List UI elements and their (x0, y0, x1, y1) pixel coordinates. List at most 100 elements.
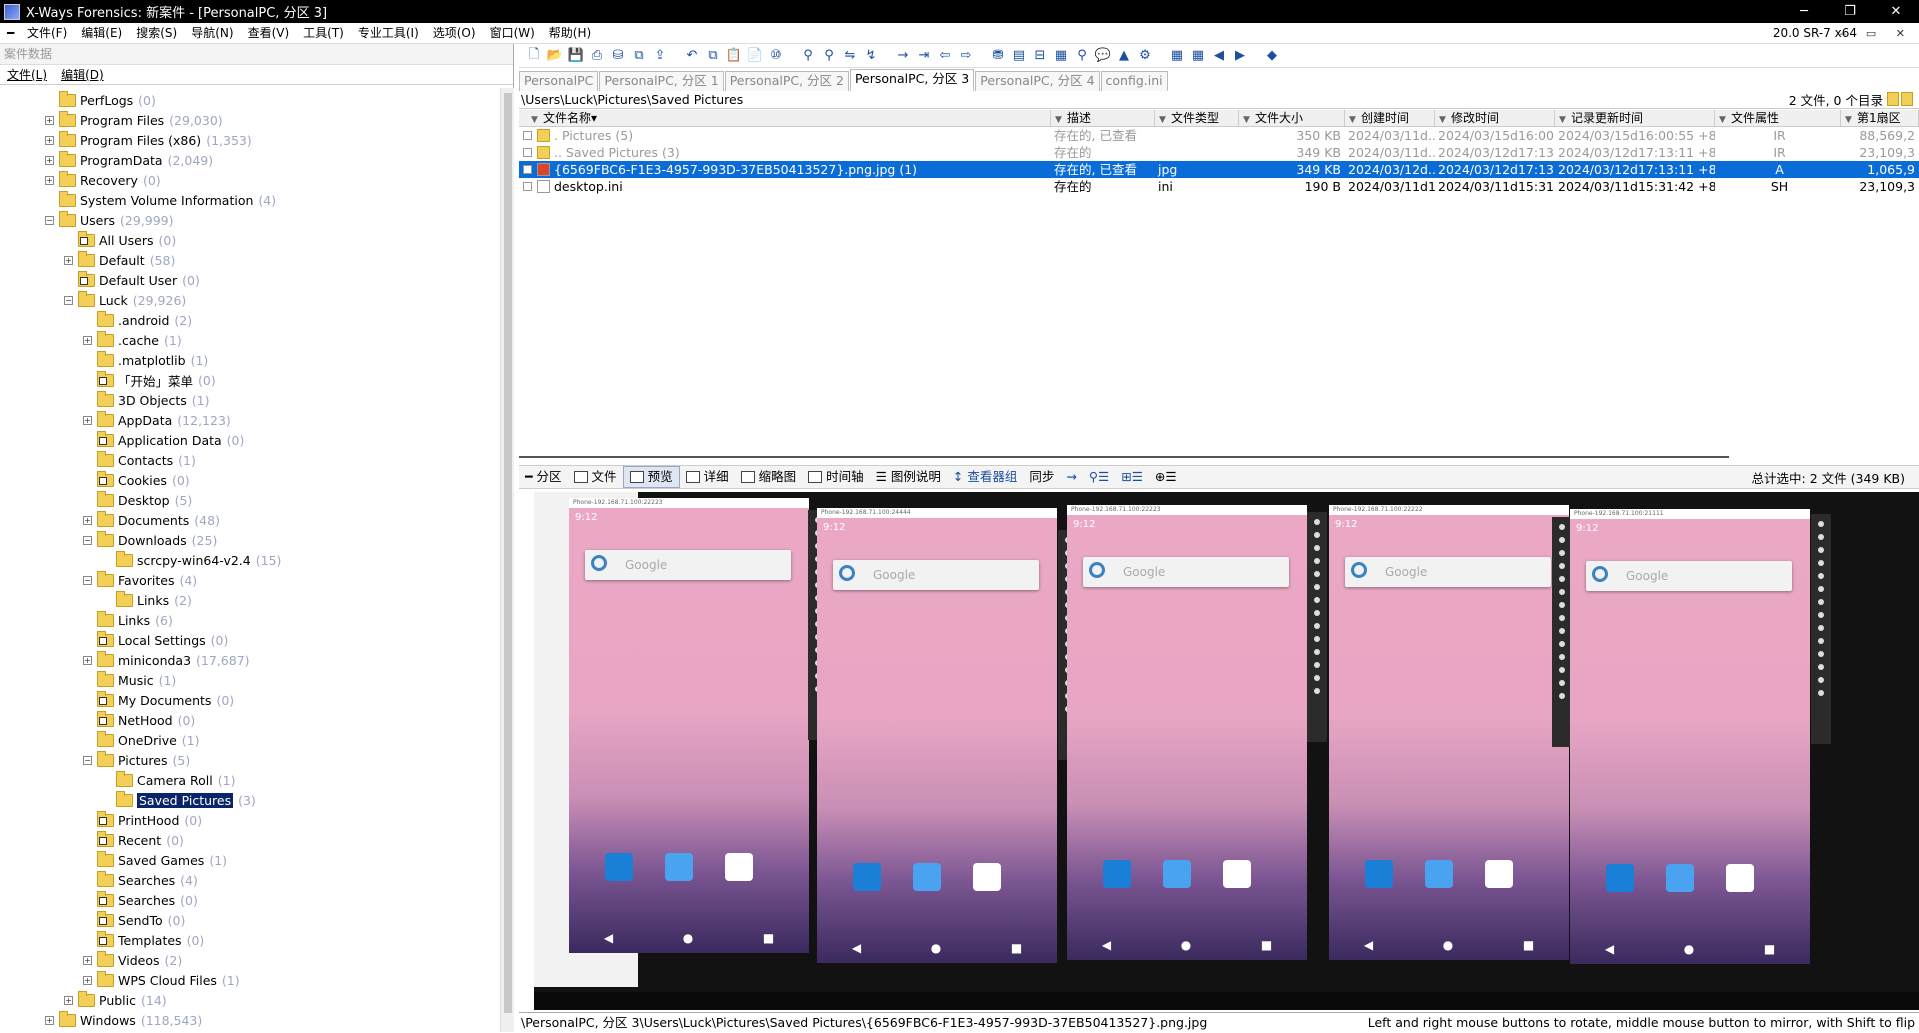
grid-icon[interactable]: ▦ (1168, 48, 1186, 64)
tree-node[interactable]: Searches (4) (83, 870, 198, 890)
tree-node[interactable]: + Videos (2) (83, 950, 182, 970)
binoculars-icon[interactable]: ⚲☰ (1083, 466, 1115, 488)
plugin-icon[interactable]: ⚙ (1136, 48, 1154, 64)
tree-node[interactable]: + Public (14) (64, 990, 167, 1010)
menu-tools[interactable]: 工具(T) (296, 23, 351, 44)
viewer-group-button[interactable]: ↕ 查看器组 (947, 466, 1024, 488)
filter-icon[interactable]: ▼ (1159, 112, 1168, 125)
filter-icon[interactable]: ▼ (1719, 112, 1728, 125)
chat-icon[interactable]: 💬 (1094, 48, 1112, 64)
tree-node[interactable]: + Program Files (29,030) (45, 110, 223, 130)
tab-3[interactable]: PersonalPC, 分区 3 (849, 69, 975, 91)
scrollbar-thumb[interactable] (504, 93, 512, 1013)
tree-node[interactable]: Local Settings (0) (83, 630, 228, 650)
filter-icon[interactable]: ▼ (1845, 112, 1854, 125)
tree-node[interactable]: Recent (0) (83, 830, 184, 850)
open-icon[interactable]: 📂 (546, 48, 564, 64)
tree-node[interactable]: OneDrive (1) (83, 730, 200, 750)
save-icon[interactable]: 💾 (567, 48, 585, 64)
menu-search[interactable]: 搜索(S) (129, 23, 184, 44)
menu-edit[interactable]: 编辑(E) (74, 23, 129, 44)
preview-mode-button[interactable]: 预览 (622, 466, 680, 488)
tree-node[interactable]: + Recovery (0) (45, 170, 161, 190)
disk-icon[interactable]: ⛁ (609, 48, 627, 64)
arrow-icon[interactable]: ⇝ (1060, 466, 1082, 488)
expand-icon[interactable]: + (83, 335, 92, 345)
column-3[interactable]: ▼ 文件大小 (1239, 110, 1345, 127)
tab-4[interactable]: PersonalPC, 分区 4 (975, 71, 1100, 91)
expand-icon[interactable]: + (45, 135, 54, 145)
paste2-icon[interactable]: 📄 (746, 48, 764, 64)
file-row[interactable]: .. Saved Pictures (3) 存在的 349 KB 2024/03/11… (519, 144, 1919, 161)
tree-node[interactable]: + .cache (1) (83, 330, 182, 350)
menu-specialist[interactable]: 专业工具(I) (351, 23, 426, 44)
crosshair-icon[interactable]: ⊕☰ (1149, 466, 1183, 488)
next-icon[interactable]: ▶ (1231, 48, 1249, 64)
chart-icon[interactable]: ▲ (1115, 48, 1133, 64)
replace-icon[interactable]: ⇋ (841, 48, 859, 64)
print-icon[interactable]: ⎙ (588, 48, 606, 64)
tree-node[interactable]: + AppData (12,123) (83, 410, 231, 430)
filter-icon[interactable]: ▼ (1055, 112, 1064, 125)
file-row[interactable]: {6569FBC6-F1E3-4957-993D-37EB50413527}.p… (519, 161, 1919, 178)
file-row[interactable]: . Pictures (5) 存在的, 已查看 350 KB 2024/03/11d.… (519, 127, 1919, 144)
menu-navigate[interactable]: 导航(N) (184, 23, 240, 44)
menu-view[interactable]: 查看(V) (241, 23, 297, 44)
collapse-icon[interactable]: − (83, 535, 92, 545)
gem-icon[interactable]: ◆ (1263, 48, 1281, 64)
row-checkbox[interactable] (523, 182, 532, 191)
new-case-icon[interactable]: 🗋 (525, 47, 543, 64)
image-preview[interactable]: Phone-192.168.71.100:22223 9:12 Google ◀ ● ■ P… (534, 492, 1919, 1010)
collapse-icon[interactable]: − (45, 215, 54, 225)
grid2-icon[interactable]: ▦ (1189, 48, 1207, 64)
search-hex-icon[interactable]: ⚲ (820, 48, 838, 64)
minimize-button[interactable]: ─ (1781, 0, 1827, 23)
undo-icon[interactable]: ↶ (683, 48, 701, 64)
prev-icon[interactable]: ◀ (1210, 48, 1228, 64)
tree-node[interactable]: Saved Games (1) (83, 850, 227, 870)
filter-icon[interactable]: ▼ (1439, 112, 1448, 125)
column-8[interactable]: ▼ 第1扇区 (1841, 110, 1919, 127)
partition-mode-button[interactable]: ━ 分区 (519, 466, 568, 488)
gallery-mode-button[interactable]: 缩略图 (735, 466, 803, 488)
column-5[interactable]: ▼ 修改时间 (1435, 110, 1555, 127)
copy-icon[interactable]: ⧉ (630, 48, 648, 64)
expand-icon[interactable]: + (83, 655, 92, 665)
ram-icon[interactable]: ▤ (1010, 48, 1028, 64)
tree-node[interactable]: Links (6) (83, 610, 173, 630)
column-6[interactable]: ▼ 记录更新时间 (1555, 110, 1715, 127)
expand-icon[interactable]: + (45, 1015, 54, 1025)
expand-icon[interactable]: + (83, 415, 92, 425)
tree-node[interactable]: − Downloads (25) (83, 530, 217, 550)
expand-icon[interactable]: + (45, 115, 54, 125)
expand-icon[interactable]: + (45, 175, 54, 185)
collapse-icon[interactable]: − (83, 755, 92, 765)
legend-mode-button[interactable]: ☰ 图例说明 (870, 466, 947, 488)
tree-node[interactable]: SendTo (0) (83, 910, 185, 930)
menu-options[interactable]: 选项(O) (426, 23, 483, 44)
tree-node[interactable]: + Default (58) (64, 250, 175, 270)
tree-node[interactable]: scrcpy-win64-v2.4 (15) (102, 550, 281, 570)
expand-icon[interactable]: + (64, 995, 73, 1005)
copy2-icon[interactable]: ⧉ (704, 48, 722, 64)
row-checkbox[interactable] (523, 131, 532, 140)
tree-scrollbar[interactable] (500, 88, 514, 1032)
details-mode-button[interactable]: 详细 (680, 466, 735, 488)
tree-node[interactable]: Templates (0) (83, 930, 204, 950)
tree-node[interactable]: System Volume Information (4) (45, 190, 276, 210)
tree-node[interactable]: Music (1) (83, 670, 176, 690)
expand-icon[interactable]: + (83, 955, 92, 965)
tree-node[interactable]: .matplotlib (1) (83, 350, 208, 370)
filter-icon[interactable]: ▼ (1243, 112, 1252, 125)
tree-node[interactable]: + WPS Cloud Files (1) (83, 970, 240, 990)
tree-node[interactable]: Cookies (0) (83, 470, 190, 490)
column-1[interactable]: ▼ 描述 (1051, 110, 1155, 127)
tree-node[interactable]: NetHood (0) (83, 710, 195, 730)
tab-1[interactable]: PersonalPC, 分区 1 (599, 71, 724, 91)
tree-node[interactable]: − Pictures (5) (83, 750, 190, 770)
disk-tool-icon[interactable]: ⛃ (989, 48, 1007, 64)
tree-node[interactable]: + Windows (118,543) (45, 1010, 202, 1030)
tree-node[interactable]: 3D Objects (1) (83, 390, 210, 410)
collapse-icon[interactable]: − (64, 295, 73, 305)
filter-icon[interactable]: ▼ (1349, 112, 1358, 125)
